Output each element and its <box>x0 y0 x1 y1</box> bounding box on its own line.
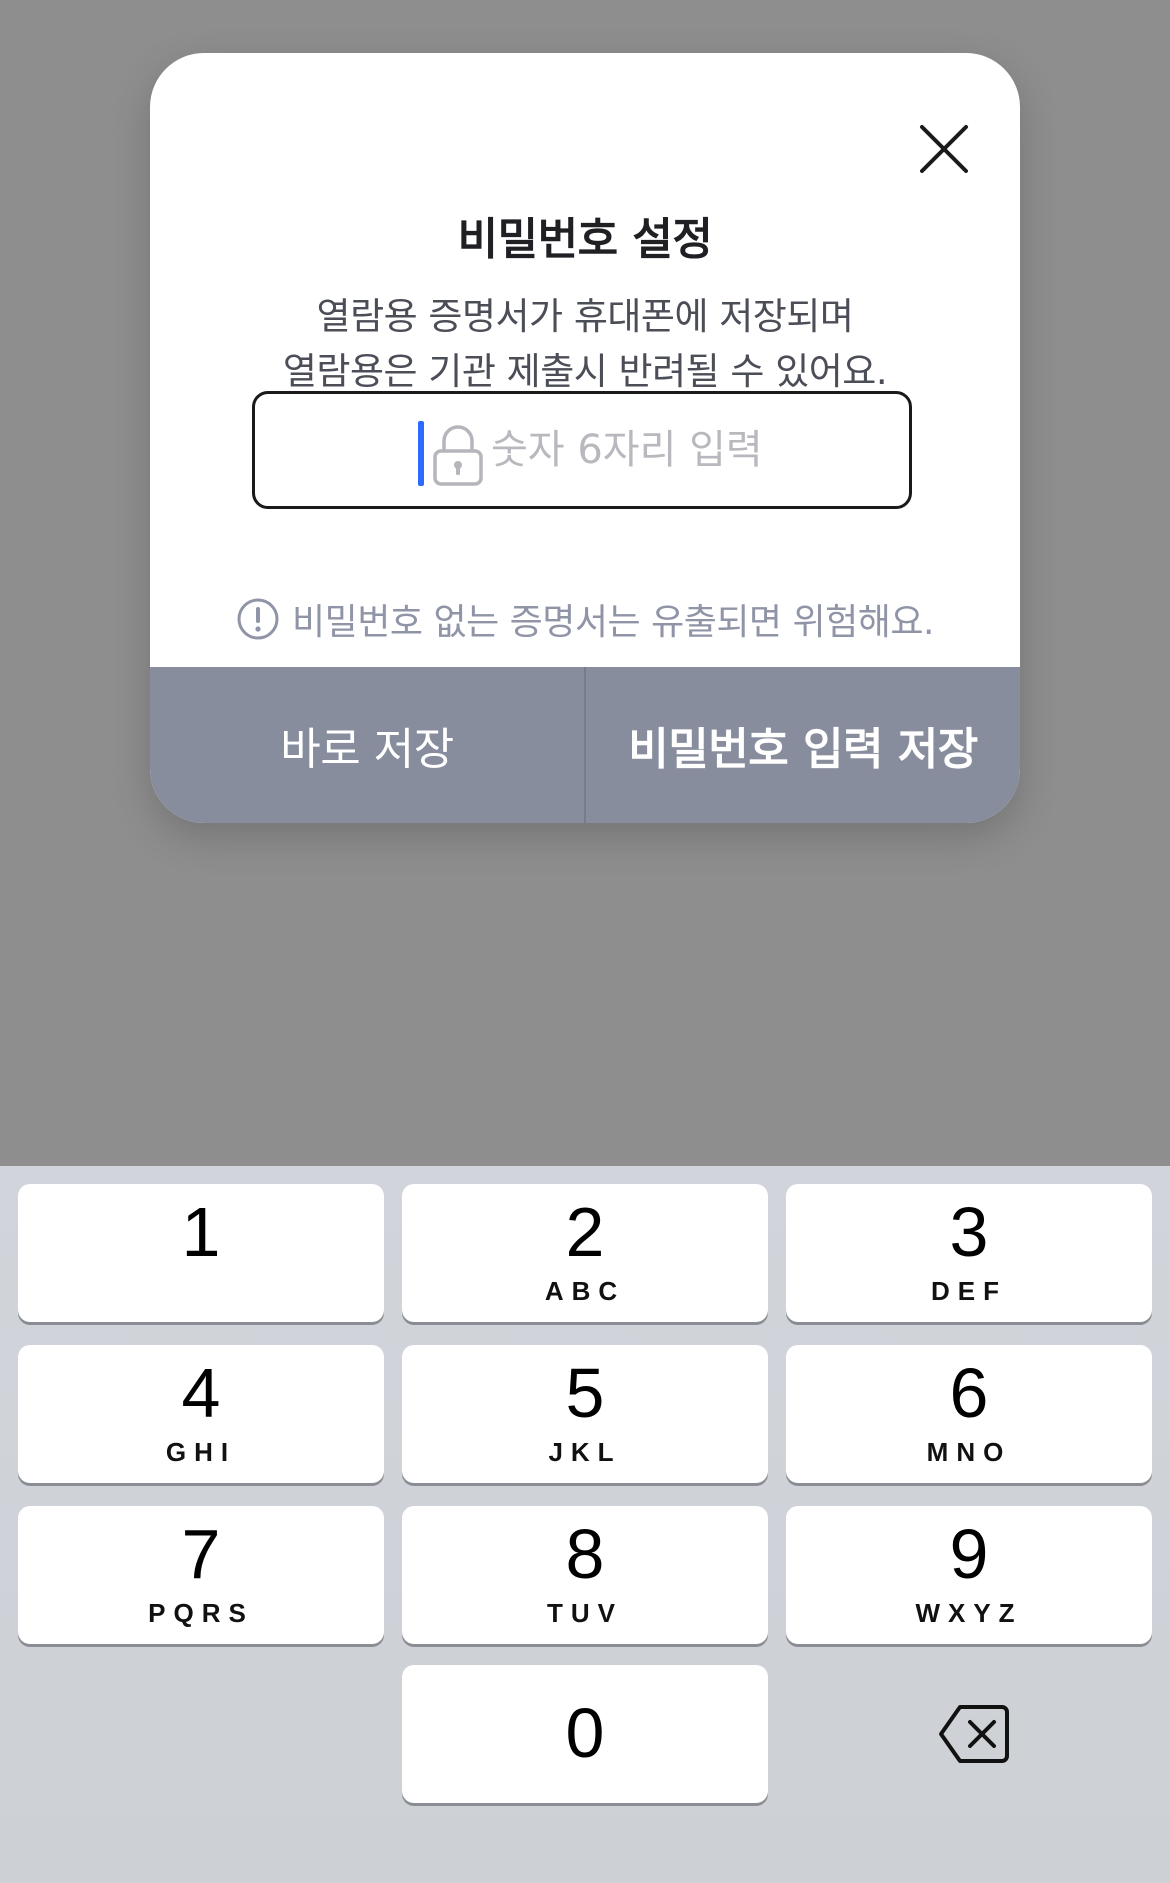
key-digit: 4 <box>181 1354 221 1432</box>
key-2[interactable]: 2 ABC <box>402 1184 768 1322</box>
key-digit: 2 <box>565 1193 605 1271</box>
exclamation-circle-icon <box>236 597 280 641</box>
key-digit: 8 <box>565 1515 605 1593</box>
password-setup-dialog: 비밀번호 설정 열람용 증명서가 휴대폰에 저장되며 열람용은 기관 제출시 반… <box>150 53 1020 823</box>
key-9[interactable]: 9 WXYZ <box>786 1506 1152 1644</box>
key-letters: TUV <box>547 1598 623 1628</box>
key-1[interactable]: 1 <box>18 1184 384 1322</box>
key-digit: 0 <box>565 1694 605 1772</box>
key-letters: GHI <box>165 1437 237 1467</box>
password-field[interactable] <box>252 391 912 509</box>
key-0[interactable]: 0 <box>402 1665 768 1803</box>
key-6[interactable]: 6 MNO <box>786 1345 1152 1483</box>
key-digit: 1 <box>181 1193 221 1271</box>
key-7[interactable]: 7 PQRS <box>18 1506 384 1644</box>
password-input[interactable] <box>491 418 871 482</box>
dialog-title: 비밀번호 설정 <box>457 214 713 265</box>
key-3[interactable]: 3 DEF <box>786 1184 1152 1322</box>
key-digit: 7 <box>181 1515 221 1593</box>
warning-message: 비밀번호 없는 증명서는 유출되면 위험해요. <box>150 589 1020 649</box>
dialog-button-bar: 바로 저장 비밀번호 입력 저장 <box>150 667 1020 823</box>
key-letters: JKL <box>548 1437 622 1467</box>
key-8[interactable]: 8 TUV <box>402 1506 768 1644</box>
key-4[interactable]: 4 GHI <box>18 1345 384 1483</box>
description-line-1: 열람용 증명서가 휴대폰에 저장되며 <box>316 295 854 338</box>
key-letters: WXYZ <box>915 1598 1023 1628</box>
key-digit: 6 <box>949 1354 989 1432</box>
key-digit: 9 <box>949 1515 989 1593</box>
key-digit: 3 <box>949 1193 989 1271</box>
lock-icon <box>430 424 486 488</box>
key-digit: 5 <box>565 1354 605 1432</box>
save-now-button[interactable]: 바로 저장 <box>150 667 584 823</box>
key-letters: DEF <box>931 1276 1007 1306</box>
key-letters: MNO <box>926 1437 1012 1467</box>
backspace-icon <box>939 1705 1009 1763</box>
dialog-description: 열람용 증명서가 휴대폰에 저장되며 열람용은 기관 제출시 반려될 수 있어요… <box>150 289 1020 399</box>
key-letters: PQRS <box>148 1598 254 1628</box>
backspace-key[interactable] <box>786 1665 1152 1803</box>
text-caret <box>418 421 424 486</box>
warning-text: 비밀번호 없는 증명서는 유출되면 위험해요. <box>292 602 934 643</box>
key-letters: ABC <box>544 1276 626 1306</box>
close-icon <box>920 125 968 173</box>
key-5[interactable]: 5 JKL <box>402 1345 768 1483</box>
save-with-password-button[interactable]: 비밀번호 입력 저장 <box>586 667 1020 823</box>
close-button[interactable] <box>894 99 994 199</box>
